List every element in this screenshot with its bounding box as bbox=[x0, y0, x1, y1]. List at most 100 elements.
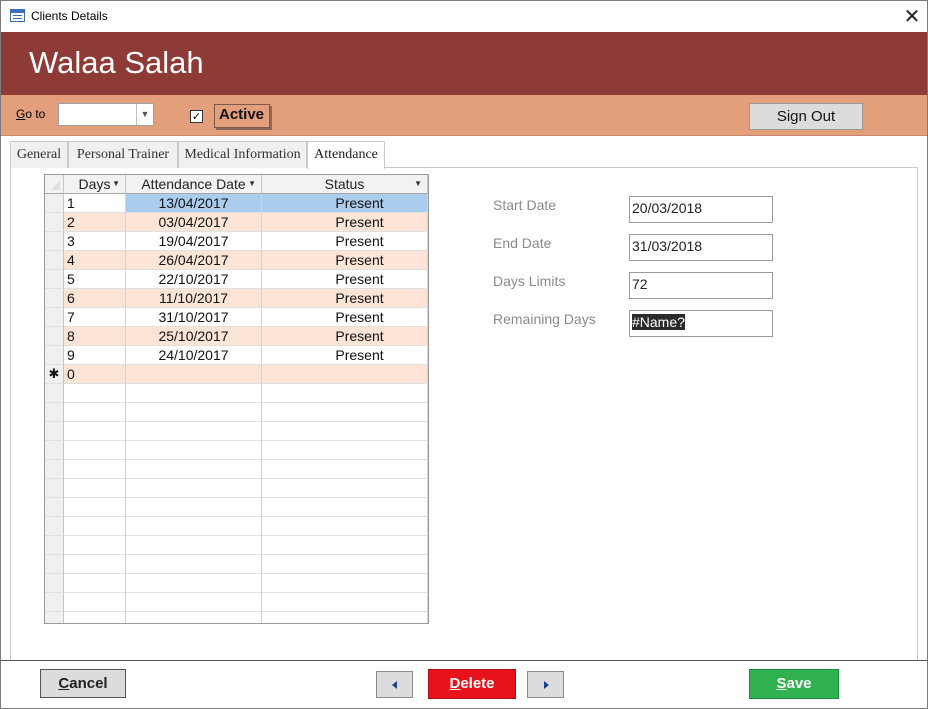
active-checkbox[interactable]: ✓ bbox=[190, 110, 203, 123]
table-cell-date[interactable]: 03/04/2017 bbox=[126, 213, 262, 232]
empty-table-cell bbox=[126, 403, 262, 422]
previous-record-button[interactable] bbox=[376, 671, 413, 698]
table-cell-status[interactable]: Present bbox=[262, 194, 428, 213]
row-selector[interactable] bbox=[45, 422, 64, 441]
row-selector[interactable] bbox=[45, 384, 64, 403]
table-cell-status[interactable]: Present bbox=[262, 232, 428, 251]
start-date-field[interactable]: 20/03/2018 bbox=[629, 196, 773, 223]
column-header-attendance-date[interactable]: Attendance Date ▼ bbox=[126, 175, 262, 194]
empty-table-cell bbox=[64, 403, 126, 422]
sort-dropdown-icon[interactable]: ▼ bbox=[248, 175, 256, 193]
tab-personal-trainer[interactable]: Personal Trainer bbox=[68, 141, 178, 168]
close-icon[interactable]: ✕ bbox=[901, 5, 923, 27]
row-selector[interactable] bbox=[45, 308, 64, 327]
table-cell-days[interactable]: 5 bbox=[64, 270, 126, 289]
row-selector[interactable] bbox=[45, 498, 64, 517]
table-cell-status[interactable]: Present bbox=[262, 289, 428, 308]
tab-medical-information[interactable]: Medical Information bbox=[178, 141, 307, 168]
next-record-button[interactable] bbox=[527, 671, 564, 698]
table-cell-date[interactable]: 25/10/2017 bbox=[126, 327, 262, 346]
row-selector[interactable] bbox=[45, 346, 64, 365]
table-cell-days[interactable]: 1 bbox=[64, 194, 126, 213]
goto-label-accelerator: G bbox=[16, 107, 26, 121]
table-cell-days[interactable]: 2 bbox=[64, 213, 126, 232]
table-cell-status[interactable] bbox=[262, 365, 428, 384]
table-cell-days[interactable]: 8 bbox=[64, 327, 126, 346]
cancel-button[interactable]: Cancel bbox=[40, 669, 126, 698]
tab-attendance[interactable]: Attendance bbox=[307, 141, 385, 169]
remaining-days-label: Remaining Days bbox=[493, 311, 596, 327]
chevron-down-icon[interactable]: ▼ bbox=[136, 104, 153, 125]
save-button[interactable]: Save bbox=[749, 669, 839, 699]
row-selector[interactable] bbox=[45, 612, 64, 623]
remaining-days-value: #Name? bbox=[632, 314, 685, 330]
empty-table-cell bbox=[126, 441, 262, 460]
end-date-label: End Date bbox=[493, 235, 552, 251]
row-selector[interactable] bbox=[45, 555, 64, 574]
row-selector[interactable] bbox=[45, 251, 64, 270]
goto-label: Go to bbox=[16, 107, 45, 121]
sort-dropdown-icon[interactable]: ▼ bbox=[112, 175, 120, 193]
title-bar: Clients Details ✕ bbox=[1, 1, 927, 32]
table-cell-status[interactable]: Present bbox=[262, 308, 428, 327]
table-cell-status[interactable]: Present bbox=[262, 213, 428, 232]
table-cell-days[interactable]: 3 bbox=[64, 232, 126, 251]
table-cell-days[interactable]: 6 bbox=[64, 289, 126, 308]
row-selector[interactable] bbox=[45, 536, 64, 555]
empty-table-cell bbox=[64, 574, 126, 593]
empty-table-cell bbox=[262, 384, 428, 403]
days-limits-field[interactable]: 72 bbox=[629, 272, 773, 299]
goto-combobox[interactable]: ▼ bbox=[58, 103, 154, 126]
column-header-days[interactable]: Days ▼ bbox=[64, 175, 126, 194]
delete-button[interactable]: Delete bbox=[428, 669, 516, 699]
table-cell-status[interactable]: Present bbox=[262, 251, 428, 270]
tab-general[interactable]: General bbox=[10, 141, 68, 168]
table-cell-date[interactable]: 24/10/2017 bbox=[126, 346, 262, 365]
row-selector[interactable] bbox=[45, 289, 64, 308]
empty-table-cell bbox=[262, 479, 428, 498]
client-details-window: Clients Details ✕ Walaa Salah Go to ▼ ✓ … bbox=[0, 0, 928, 709]
table-cell-status[interactable]: Present bbox=[262, 346, 428, 365]
empty-table-cell bbox=[64, 536, 126, 555]
select-all-corner[interactable] bbox=[45, 175, 64, 194]
sort-dropdown-icon[interactable]: ▼ bbox=[414, 175, 422, 193]
empty-table-cell bbox=[126, 536, 262, 555]
table-cell-date[interactable]: 11/10/2017 bbox=[126, 289, 262, 308]
row-selector[interactable] bbox=[45, 213, 64, 232]
row-selector[interactable] bbox=[45, 479, 64, 498]
table-cell-days[interactable]: 4 bbox=[64, 251, 126, 270]
row-selector[interactable] bbox=[45, 403, 64, 422]
table-cell-days[interactable]: 0 bbox=[64, 365, 126, 384]
table-cell-days[interactable]: 7 bbox=[64, 308, 126, 327]
sign-out-button[interactable]: Sign Out bbox=[749, 103, 863, 130]
table-cell-date[interactable]: 26/04/2017 bbox=[126, 251, 262, 270]
row-selector[interactable] bbox=[45, 574, 64, 593]
row-selector[interactable] bbox=[45, 194, 64, 213]
row-selector[interactable] bbox=[45, 517, 64, 536]
triangle-left-icon bbox=[392, 681, 397, 689]
table-cell-date[interactable]: 13/04/2017 bbox=[126, 194, 262, 213]
table-cell-days[interactable]: 9 bbox=[64, 346, 126, 365]
row-selector[interactable] bbox=[45, 270, 64, 289]
table-cell-status[interactable]: Present bbox=[262, 327, 428, 346]
table-cell-date[interactable]: 31/10/2017 bbox=[126, 308, 262, 327]
new-record-marker[interactable]: ✱ bbox=[45, 365, 64, 384]
table-cell-date[interactable]: 22/10/2017 bbox=[126, 270, 262, 289]
table-cell-date[interactable] bbox=[126, 365, 262, 384]
active-label: Active bbox=[214, 104, 270, 128]
row-selector[interactable] bbox=[45, 593, 64, 612]
empty-table-cell bbox=[262, 441, 428, 460]
table-cell-date[interactable]: 19/04/2017 bbox=[126, 232, 262, 251]
row-selector[interactable] bbox=[45, 460, 64, 479]
table-cell-status[interactable]: Present bbox=[262, 270, 428, 289]
row-selector[interactable] bbox=[45, 232, 64, 251]
remaining-days-field[interactable]: #Name? bbox=[629, 310, 773, 337]
empty-table-cell bbox=[126, 555, 262, 574]
row-selector[interactable] bbox=[45, 327, 64, 346]
end-date-field[interactable]: 31/03/2018 bbox=[629, 234, 773, 261]
empty-table-cell bbox=[262, 536, 428, 555]
attendance-datasheet[interactable]: Days ▼ Attendance Date ▼ Status ▼ 1 13/04/20… bbox=[44, 174, 429, 624]
empty-table-cell bbox=[262, 498, 428, 517]
row-selector[interactable] bbox=[45, 441, 64, 460]
column-header-status[interactable]: Status ▼ bbox=[262, 175, 428, 194]
